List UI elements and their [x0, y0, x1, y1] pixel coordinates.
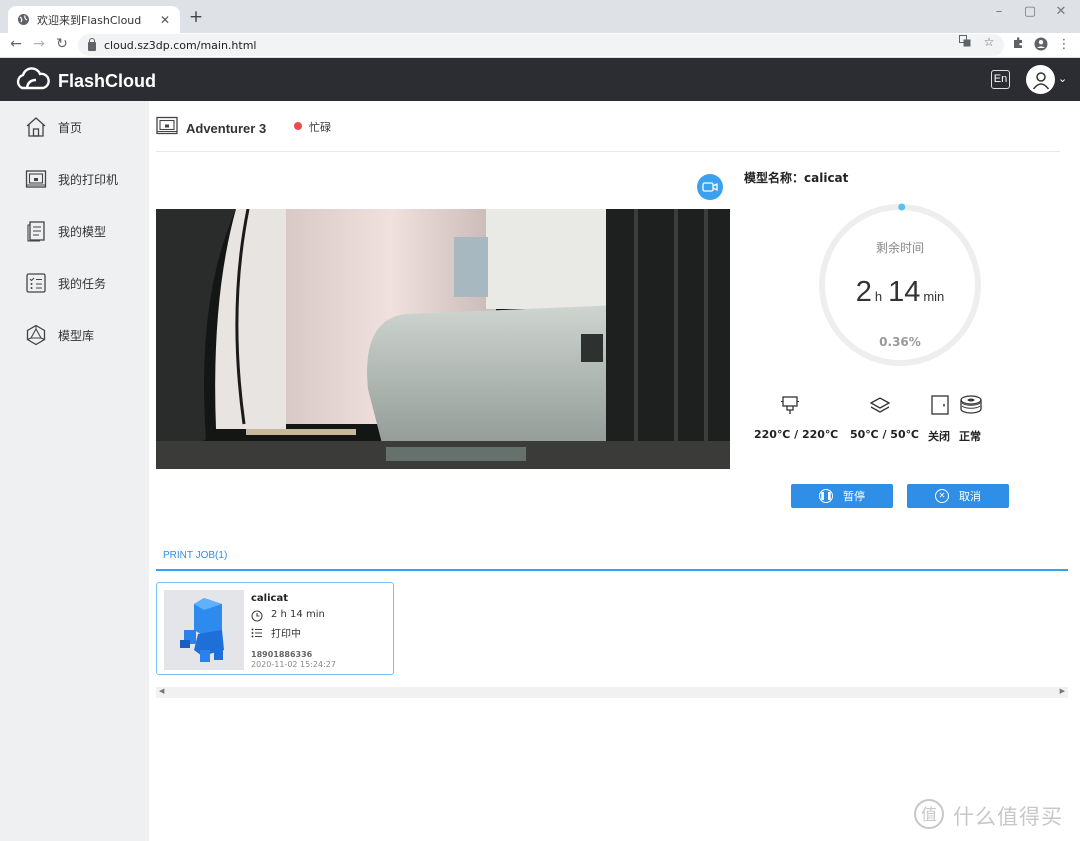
minimize-icon[interactable]: –	[989, 4, 1009, 19]
sidebar-item-my-printers[interactable]: 我的打印机	[0, 159, 149, 199]
remaining-time-label: 剩余时间	[875, 241, 924, 255]
horizontal-scrollbar[interactable]: ◀ ▶	[156, 687, 1068, 698]
remaining-minutes: 14	[888, 276, 921, 308]
sidebar-item-label: 首页	[58, 120, 83, 135]
logo[interactable]: FlashCloud	[14, 67, 156, 95]
camera-feed	[156, 209, 730, 469]
more-menu-icon[interactable]: ⋮	[1056, 37, 1072, 52]
brand-name: FlashCloud	[58, 70, 156, 91]
tab-title: 欢迎来到FlashCloud	[37, 13, 142, 27]
watermark-glyph: 值	[921, 805, 937, 824]
checklist-icon	[24, 271, 48, 295]
watermark: 值 什么值得买	[913, 798, 1063, 834]
nozzle-icon	[778, 393, 802, 417]
remaining-time: 2 h 14 min	[816, 276, 984, 309]
globe-icon	[16, 13, 30, 27]
pause-label: 暂停	[843, 490, 865, 503]
bed-temperature: 50℃ / 50℃	[850, 428, 919, 441]
polyhedron-icon	[24, 323, 48, 347]
bookmark-star-icon[interactable]: ☆	[981, 35, 997, 49]
pause-button[interactable]: ❚❚ 暂停	[791, 484, 893, 508]
extensions-icon[interactable]	[1010, 37, 1026, 53]
printer-name: Adventurer 3	[186, 120, 267, 136]
watermark-text: 什么值得买	[953, 805, 1063, 829]
window-close-icon[interactable]: ✕	[1051, 4, 1071, 19]
sidebar-item-label: 我的模型	[58, 224, 107, 239]
clock-icon	[251, 607, 263, 622]
language-button[interactable]: En	[991, 70, 1010, 89]
print-job-card[interactable]: calicat 2 h 14 min 打印中 18901886336 2020-…	[156, 582, 394, 675]
main-content: Adventurer 3 忙碌 模型名称：calicat 剩余时间 2 h 14…	[149, 101, 1080, 841]
sidebar: 首页 我的打印机 我的模型 我的任务 模型库	[0, 101, 149, 841]
status-dot	[294, 122, 302, 130]
url-field[interactable]: cloud.sz3dp.com/main.html	[78, 34, 1004, 56]
list-icon	[251, 624, 263, 638]
remaining-hours: 2	[855, 276, 872, 308]
divider	[156, 151, 1060, 152]
pause-icon: ❚❚	[819, 489, 833, 503]
new-tab-icon[interactable]: +	[186, 7, 206, 27]
printer-header: Adventurer 3	[156, 116, 266, 140]
home-icon	[24, 115, 48, 139]
reload-icon[interactable]: ↻	[53, 36, 71, 52]
cancel-label: 取消	[959, 490, 981, 503]
sidebar-item-label: 我的任务	[58, 276, 107, 291]
sidebar-item-home[interactable]: 首页	[0, 107, 149, 147]
browser-tabbar: 欢迎来到FlashCloud ✕ + – ▢ ✕	[0, 0, 1080, 33]
lock-icon	[88, 37, 96, 51]
job-date: 2020-11-02 15:24:27	[251, 660, 336, 669]
translate-icon[interactable]	[957, 35, 973, 50]
forward-icon[interactable]: →	[30, 36, 48, 52]
model-thumbnail	[164, 590, 244, 670]
door-status: 关闭	[928, 430, 950, 443]
printer-status: 忙碌	[309, 121, 331, 134]
video-camera-icon	[702, 178, 718, 197]
filament-spool-icon	[959, 393, 983, 417]
filament-status: 正常	[959, 430, 981, 443]
door-icon	[928, 393, 952, 417]
address-bar: ← → ↻ cloud.sz3dp.com/main.html ☆ ⋮	[0, 33, 1080, 58]
cloud-logo-icon	[14, 67, 50, 95]
scroll-right-icon[interactable]: ▶	[1060, 687, 1065, 695]
tab-print-job[interactable]: PRINT JOB(1)	[163, 550, 227, 561]
tab-close-icon[interactable]: ✕	[158, 13, 172, 27]
sidebar-item-my-models[interactable]: 我的模型	[0, 211, 149, 251]
printer-icon	[24, 167, 48, 191]
job-name: calicat	[251, 593, 288, 604]
avatar[interactable]	[1026, 65, 1055, 94]
job-time: 2 h 14 min	[271, 609, 325, 620]
watermark-logo-icon: 值	[913, 798, 945, 834]
chevron-down-icon[interactable]: ⌄	[1058, 72, 1067, 85]
camera-button[interactable]	[697, 174, 723, 200]
scroll-left-icon[interactable]: ◀	[159, 687, 164, 695]
browser-tab[interactable]: 欢迎来到FlashCloud ✕	[8, 6, 180, 33]
cancel-icon: ✕	[935, 489, 949, 503]
profile-icon[interactable]	[1033, 37, 1049, 55]
progress-percent: 0.36%	[879, 335, 921, 349]
job-user: 18901886336	[251, 650, 313, 659]
progress-ring-marker	[898, 203, 906, 211]
sidebar-item-model-library[interactable]: 模型库	[0, 315, 149, 355]
cancel-button[interactable]: ✕ 取消	[907, 484, 1009, 508]
maximize-icon[interactable]: ▢	[1020, 4, 1040, 19]
app-header: FlashCloud En ⌄	[0, 58, 1080, 101]
job-status: 打印中	[271, 629, 301, 640]
nozzle-temperature: 220℃ / 220℃	[754, 428, 839, 441]
printer-icon	[156, 116, 178, 140]
document-icon	[24, 219, 48, 243]
sidebar-item-label: 我的打印机	[58, 172, 119, 187]
tab-underline	[156, 569, 1068, 571]
url-text: cloud.sz3dp.com/main.html	[104, 38, 257, 52]
layers-icon	[868, 393, 892, 417]
sidebar-item-my-tasks[interactable]: 我的任务	[0, 263, 149, 303]
back-icon[interactable]: ←	[7, 36, 25, 52]
sidebar-item-label: 模型库	[58, 328, 95, 343]
model-name: 模型名称：calicat	[744, 171, 849, 185]
minutes-unit: min	[923, 289, 945, 304]
hours-unit: h	[874, 289, 883, 304]
